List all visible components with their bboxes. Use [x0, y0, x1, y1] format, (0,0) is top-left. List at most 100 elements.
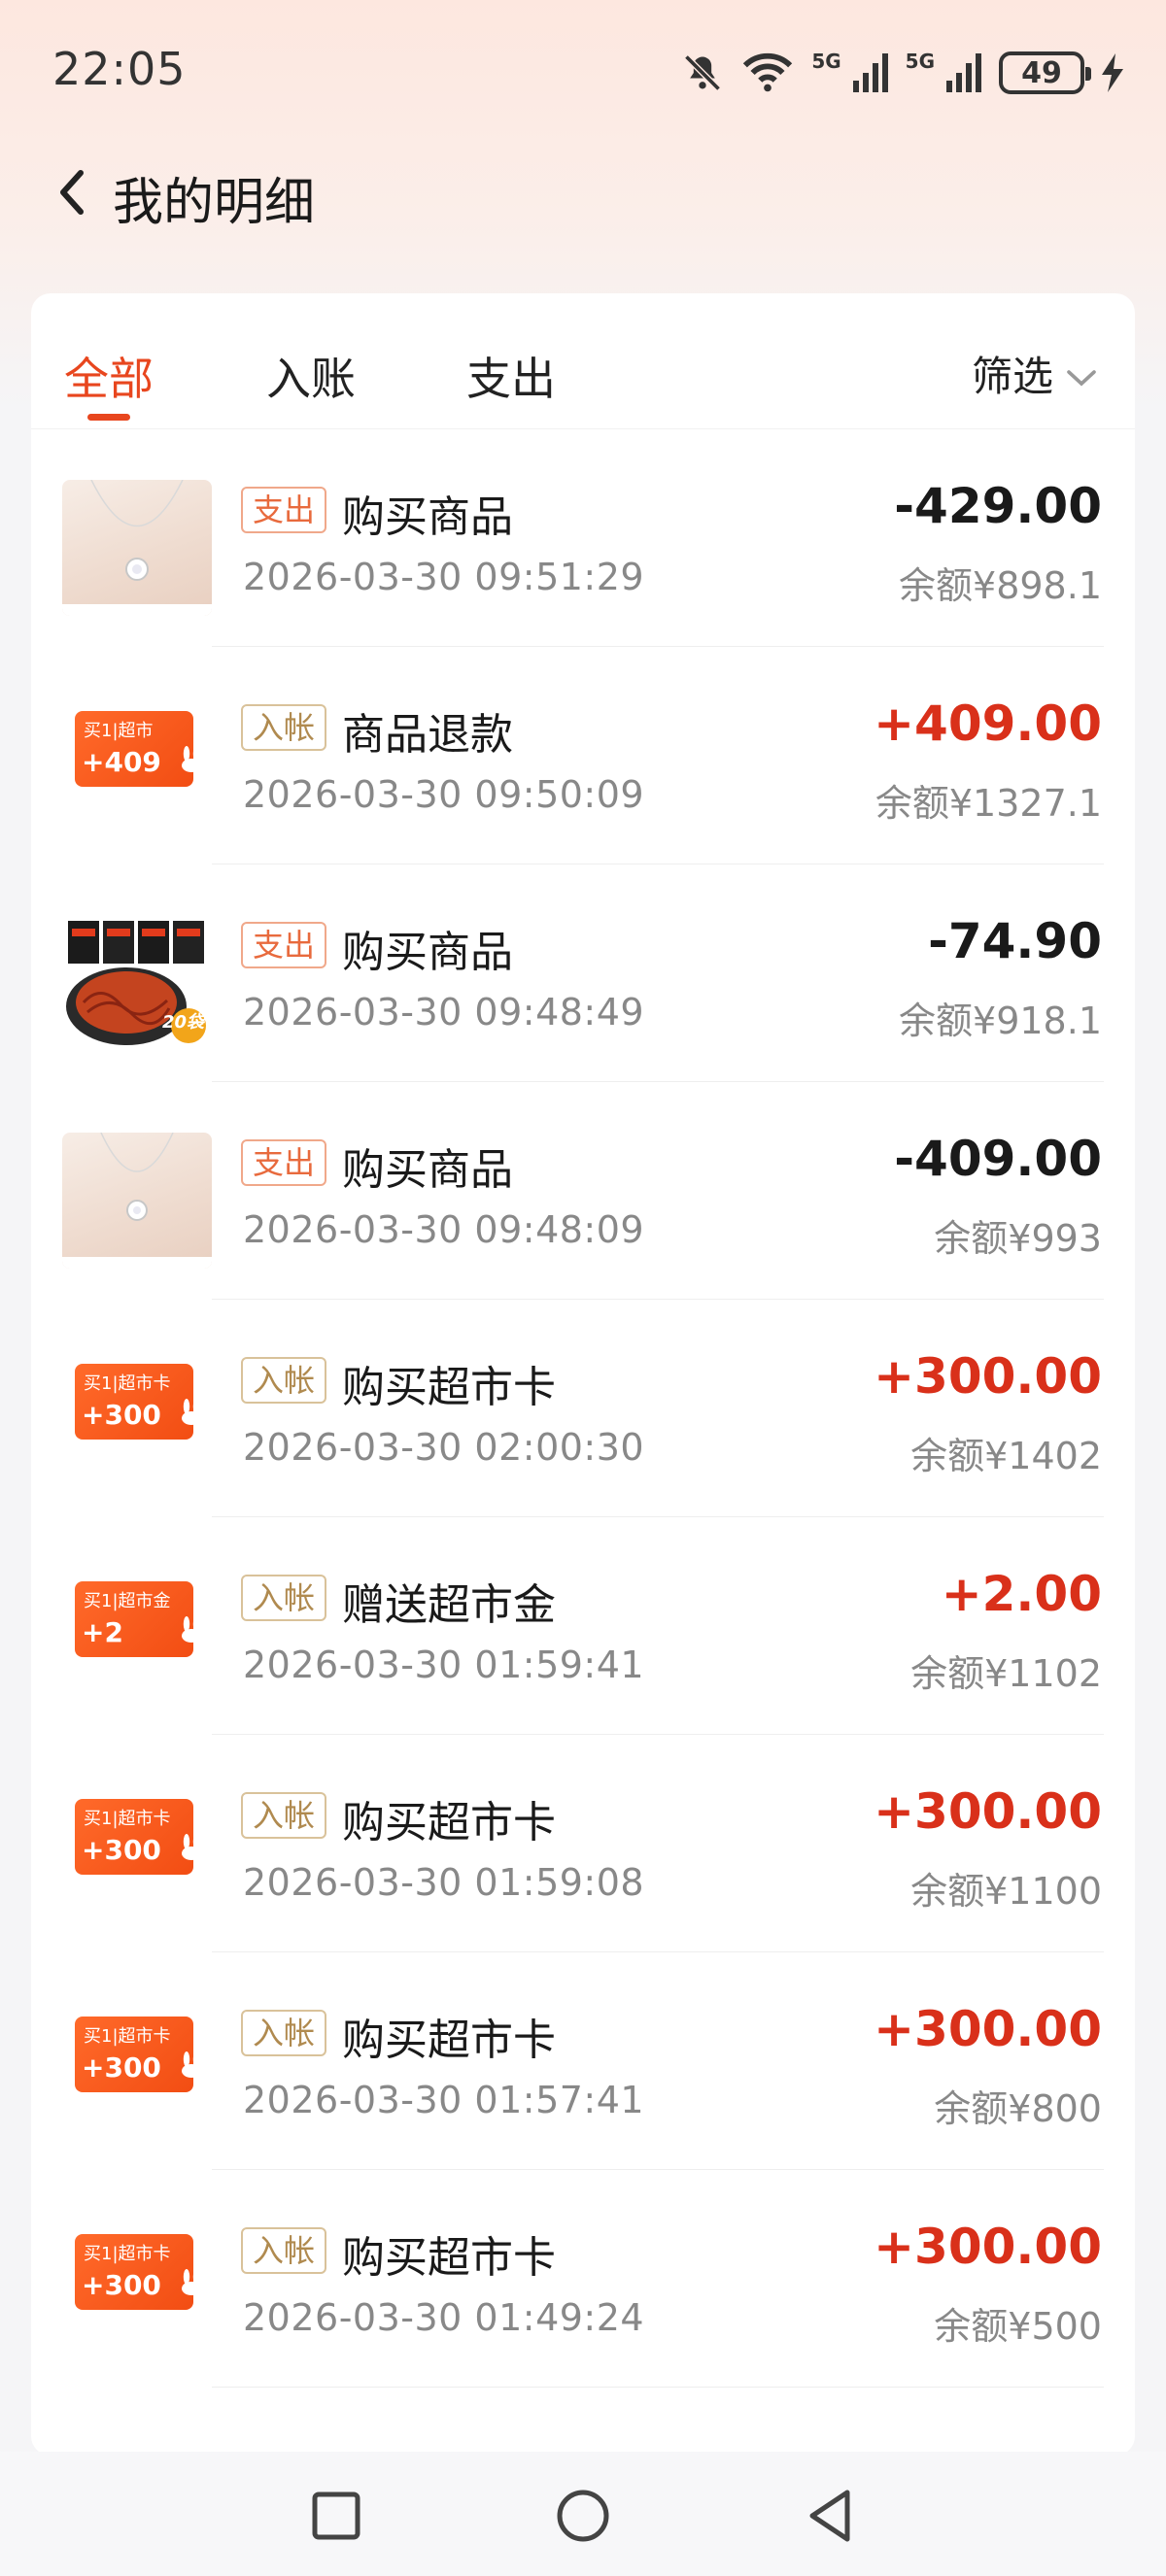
card-label: 买1|超市金 [84, 1591, 171, 1611]
transaction-balance: 余额¥993 [934, 1217, 1102, 1260]
transaction-title: 购买商品 [342, 928, 513, 977]
card-label: 买1|超市卡 [84, 2026, 171, 2047]
card-thumbnail: 买1|超市卡 +300 [62, 2003, 212, 2139]
transaction-time: 2026-03-30 09:48:09 [243, 1208, 645, 1251]
list-item[interactable]: 买1|超市 +409 入帐 商品退款 2026-03-30 09:50:09 +… [31, 647, 1135, 864]
type-badge: 入帐 [241, 1357, 327, 1404]
filter-button[interactable]: 筛选 [972, 344, 1096, 403]
bunny-icon [179, 2269, 204, 2300]
network-type-2: 5G [905, 50, 935, 73]
type-badge: 入帐 [241, 704, 327, 751]
thumb-label: 20袋 [161, 1012, 204, 1033]
transaction-list: 支出 购买商品 2026-03-30 09:51:29 -429.00 余额¥8… [31, 429, 1135, 2388]
transaction-time: 2026-03-30 02:00:30 [243, 1426, 645, 1469]
home-circle-icon[interactable] [554, 2487, 612, 2545]
transaction-time: 2026-03-30 01:59:41 [243, 1644, 645, 1686]
transaction-balance: 余额¥800 [934, 2087, 1102, 2130]
transaction-balance: 余额¥898.1 [899, 564, 1102, 607]
transaction-amount: +300.00 [874, 2001, 1102, 2057]
transaction-balance: 余额¥1327.1 [874, 782, 1102, 825]
status-icons: 5G 5G 49 [681, 47, 1123, 99]
battery-icon: 49 [999, 51, 1091, 94]
list-item[interactable]: 买1|超市卡 +300 入帐 购买超市卡 2026-03-30 01:49:24… [31, 2170, 1135, 2388]
transaction-time: 2026-03-30 09:51:29 [243, 556, 645, 598]
tab-active-indicator [87, 414, 130, 421]
transaction-amount: -429.00 [894, 478, 1102, 534]
transaction-balance: 余额¥1102 [910, 1652, 1102, 1695]
bunny-icon [179, 746, 204, 777]
card-thumbnail: 买1|超市卡 +300 [62, 1350, 212, 1486]
bunny-icon [179, 2051, 204, 2083]
transaction-amount: +300.00 [874, 1348, 1102, 1405]
list-item[interactable]: 支出 购买商品 2026-03-30 09:48:09 -409.00 余额¥9… [31, 1082, 1135, 1300]
list-item[interactable]: 20袋 支出 购买商品 2026-03-30 09:48:49 -74.90 余… [31, 864, 1135, 1082]
noodle-product-image: 20袋 [62, 915, 212, 1051]
transaction-amount: +409.00 [874, 695, 1102, 752]
charging-icon [1102, 53, 1123, 92]
card-thumbnail: 买1|超市卡 +300 [62, 1785, 212, 1921]
transaction-amount: -74.90 [928, 913, 1102, 969]
card-thumbnail: 买1|超市金 +2 [62, 1568, 212, 1704]
transaction-time: 2026-03-30 09:50:09 [243, 773, 645, 816]
transaction-balance: 余额¥918.1 [899, 1000, 1102, 1042]
transaction-balance: 余额¥1402 [910, 1435, 1102, 1477]
filter-label: 筛选 [971, 353, 1053, 400]
necklace-product-image [62, 480, 212, 616]
list-item[interactable]: 买1|超市金 +2 入帐 赠送超市金 2026-03-30 01:59:41 +… [31, 1517, 1135, 1735]
card-amount: +300 [82, 2269, 161, 2301]
transaction-title: 购买超市卡 [342, 1363, 556, 1412]
chevron-left-icon [57, 169, 86, 220]
bunny-icon [179, 1834, 204, 1865]
signal-icon [852, 53, 888, 92]
transactions-card: 全部 入账 支出 筛选 支出 购买商品 2026-03-30 09:51:29 … [31, 293, 1135, 2456]
transaction-title: 商品退款 [342, 710, 513, 760]
type-badge: 支出 [241, 487, 327, 533]
type-badge: 入帐 [241, 2010, 327, 2056]
back-triangle-icon[interactable] [801, 2487, 859, 2545]
recent-apps-square-icon[interactable] [307, 2487, 365, 2545]
type-badge: 入帐 [241, 1792, 327, 1839]
list-item[interactable]: 支出 购买商品 2026-03-30 09:51:29 -429.00 余额¥8… [31, 429, 1135, 647]
transaction-balance: 余额¥500 [934, 2305, 1102, 2348]
transaction-time: 2026-03-30 01:49:24 [243, 2296, 645, 2339]
system-nav-bar [0, 2452, 1166, 2576]
chevron-down-icon [1067, 350, 1096, 397]
transaction-title: 购买商品 [342, 1145, 513, 1195]
back-button[interactable] [43, 163, 101, 225]
transaction-amount: +300.00 [874, 1783, 1102, 1840]
card-label: 买1|超市卡 [84, 1373, 171, 1394]
card-amount: +409 [82, 746, 161, 778]
card-thumbnail: 买1|超市 +409 [62, 697, 212, 833]
tab-expense[interactable]: 支出 [466, 344, 556, 408]
necklace-product-image [62, 1133, 212, 1269]
list-item[interactable]: 买1|超市卡 +300 入帐 购买超市卡 2026-03-30 02:00:30… [31, 1300, 1135, 1517]
status-bar: 22:05 5G 5G 49 [0, 0, 1166, 146]
card-label: 买1|超市 [84, 721, 154, 741]
transaction-title: 购买超市卡 [342, 2233, 556, 2283]
type-badge: 支出 [241, 1139, 327, 1186]
wifi-icon [741, 51, 794, 94]
transaction-amount: +300.00 [874, 2219, 1102, 2275]
transaction-time: 2026-03-30 01:59:08 [243, 1861, 645, 1904]
transaction-title: 赠送超市金 [342, 1580, 556, 1630]
type-badge: 入帐 [241, 2227, 327, 2274]
card-amount: +2 [82, 1616, 123, 1648]
tab-all[interactable]: 全部 [64, 344, 154, 408]
tab-bar: 全部 入账 支出 筛选 [31, 293, 1135, 429]
tab-income[interactable]: 入账 [266, 344, 356, 408]
transaction-title: 购买超市卡 [342, 1798, 556, 1847]
bell-muted-icon [681, 51, 724, 94]
type-badge: 入帐 [241, 1575, 327, 1621]
card-thumbnail: 买1|超市卡 +300 [62, 2220, 212, 2356]
network-type-1: 5G [811, 50, 841, 73]
card-amount: +300 [82, 2051, 161, 2084]
card-label: 买1|超市卡 [84, 1809, 171, 1829]
list-item[interactable]: 买1|超市卡 +300 入帐 购买超市卡 2026-03-30 01:57:41… [31, 1952, 1135, 2170]
card-amount: +300 [82, 1834, 161, 1866]
bunny-icon [179, 1616, 204, 1647]
transaction-title: 购买商品 [342, 492, 513, 542]
transaction-amount: -409.00 [894, 1131, 1102, 1187]
list-item[interactable]: 买1|超市卡 +300 入帐 购买超市卡 2026-03-30 01:59:08… [31, 1735, 1135, 1952]
transaction-time: 2026-03-30 01:57:41 [243, 2079, 645, 2121]
type-badge: 支出 [241, 922, 327, 968]
